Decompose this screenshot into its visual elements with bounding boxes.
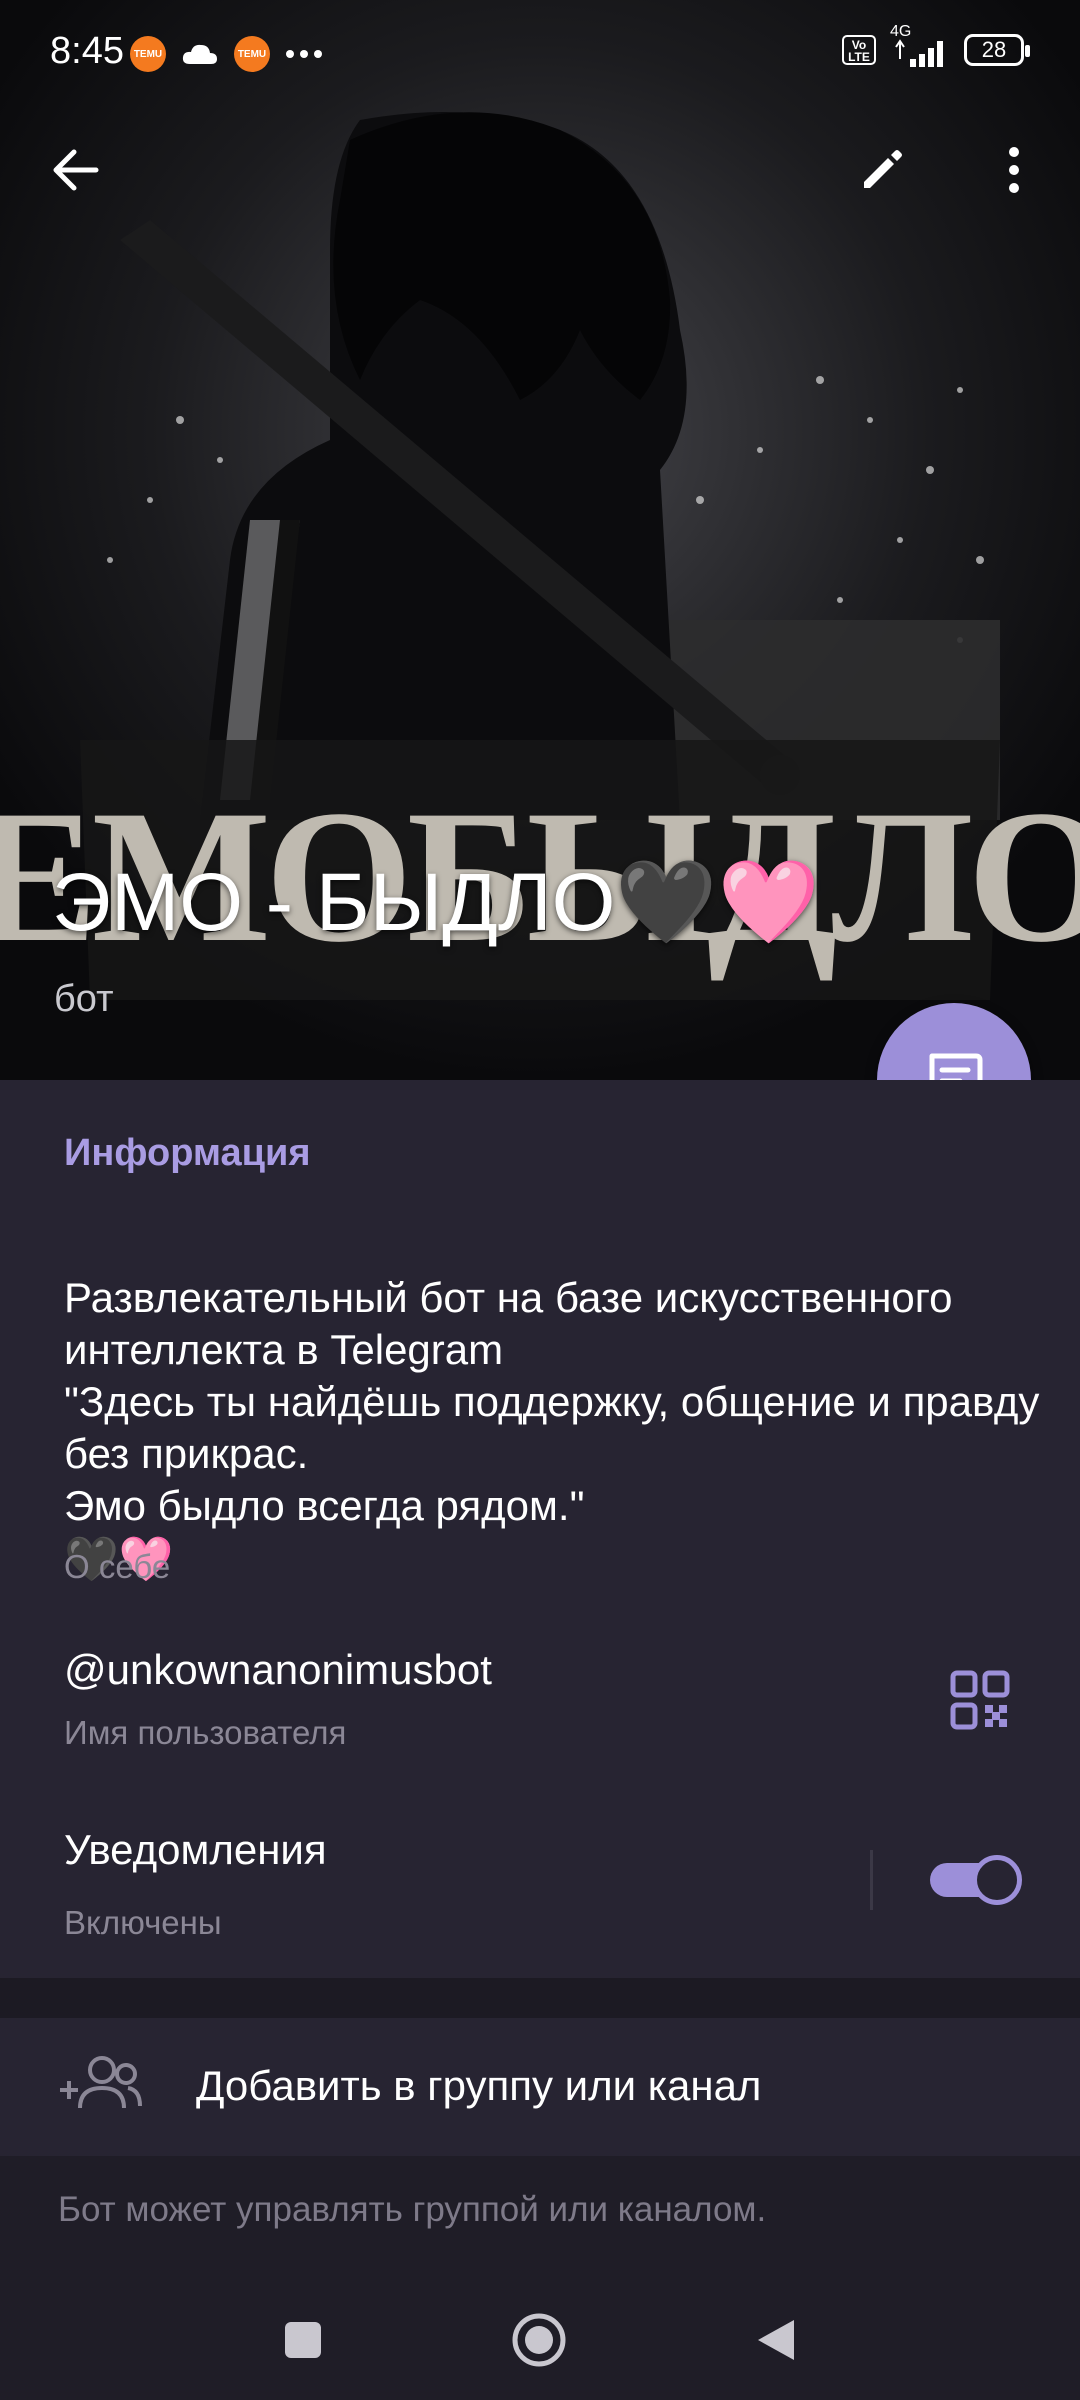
add-to-group-button[interactable]: Добавить в группу или канал [0, 2018, 1080, 2156]
footer-note: Бот может управлять группой или каналом. [58, 2190, 767, 2229]
back-nav-button[interactable] [736, 2300, 816, 2380]
home-circle-icon [512, 2313, 566, 2367]
status-bar: 8:45 TEMU TEMU Vo LTE 4G 28 [0, 0, 1080, 110]
back-button[interactable] [36, 130, 116, 210]
about-text[interactable]: Развлекательный бот на базе искусственно… [64, 1220, 1044, 1638]
about-caption: О себе [64, 1548, 171, 1585]
volte-icon: Vo LTE [842, 35, 876, 65]
triangle-back-icon [758, 2320, 794, 2360]
recents-button[interactable] [263, 2300, 343, 2380]
system-nav-bar [0, 2270, 1080, 2400]
back-arrow-icon [53, 149, 99, 191]
pencil-icon [864, 150, 902, 188]
edit-button[interactable] [842, 130, 922, 210]
cloud-icon [182, 44, 217, 64]
profile-name: ЭМО - БЫДЛО🖤🩷 [52, 857, 820, 948]
qr-code-icon[interactable] [950, 1670, 1010, 1730]
about-emoji: 🖤🩷 [64, 1535, 174, 1584]
section-gap [0, 1978, 1080, 2018]
home-button[interactable] [499, 2300, 579, 2380]
notifications-state: Включены [64, 1904, 222, 1941]
username-text[interactable]: @unkownanonimusbot [64, 1646, 492, 1694]
more-dots-icon [286, 50, 322, 58]
more-menu-button[interactable] [974, 130, 1054, 210]
temu-icon: TEMU [130, 36, 166, 72]
info-section-title: Информация [64, 1132, 311, 1174]
notifications-label[interactable]: Уведомления [64, 1826, 327, 1874]
square-icon [285, 2322, 321, 2358]
divider [870, 1850, 873, 1910]
toggle-knob [972, 1855, 1022, 1905]
add-users-icon [60, 2056, 142, 2109]
add-to-group-label: Добавить в группу или канал [196, 2062, 762, 2109]
info-section: Информация Развлекательный бот на базе и… [0, 1080, 1080, 1978]
username-caption: Имя пользователя [64, 1714, 347, 1751]
status-time: 8:45 [50, 30, 124, 72]
temu-icon: TEMU [234, 36, 270, 72]
signal-icon: 4G [890, 23, 950, 67]
about-body: Развлекательный бот на базе искусственно… [64, 1274, 1040, 1529]
more-vert-icon [1009, 147, 1019, 193]
battery-icon: 28 [964, 34, 1030, 66]
profile-type: бот [54, 978, 114, 1020]
notifications-toggle[interactable] [930, 1855, 1022, 1905]
